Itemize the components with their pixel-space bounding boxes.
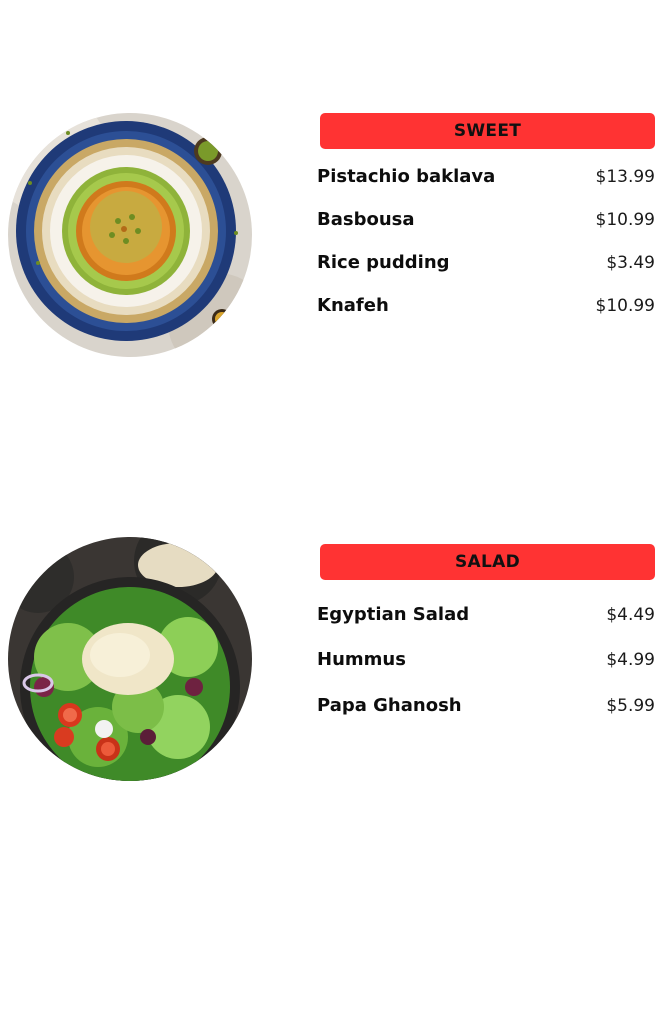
item-name: Pistachio baklava bbox=[317, 166, 496, 187]
item-name: Papa Ghanosh bbox=[317, 695, 462, 716]
item-price: $13.99 bbox=[595, 167, 655, 187]
item-price: $10.99 bbox=[595, 296, 655, 316]
item-list-salad: Egyptian Salad $4.49 Hummus $4.99 Papa G… bbox=[317, 604, 655, 740]
menu-panel-sweet: SWEET Pistachio baklava $13.99 Basbousa … bbox=[317, 113, 655, 338]
item-name: Hummus bbox=[317, 649, 406, 670]
category-badge-salad: SALAD bbox=[320, 544, 655, 580]
dessert-photo bbox=[8, 113, 252, 357]
salad-photo bbox=[8, 537, 252, 781]
item-name: Rice pudding bbox=[317, 252, 450, 273]
item-price: $4.99 bbox=[606, 650, 655, 670]
list-item: Egyptian Salad $4.49 bbox=[317, 604, 655, 649]
item-name: Knafeh bbox=[317, 295, 389, 316]
list-item: Papa Ghanosh $5.99 bbox=[317, 695, 655, 740]
item-name: Egyptian Salad bbox=[317, 604, 470, 625]
item-name: Basbousa bbox=[317, 209, 415, 230]
list-item: Rice pudding $3.49 bbox=[317, 252, 655, 295]
category-badge-sweet: SWEET bbox=[320, 113, 655, 149]
item-list-sweet: Pistachio baklava $13.99 Basbousa $10.99… bbox=[317, 166, 655, 338]
list-item: Basbousa $10.99 bbox=[317, 209, 655, 252]
list-item: Hummus $4.99 bbox=[317, 649, 655, 695]
item-price: $3.49 bbox=[606, 253, 655, 273]
menu-panel-salad: SALAD Egyptian Salad $4.49 Hummus $4.99 … bbox=[317, 544, 655, 740]
list-item: Pistachio baklava $13.99 bbox=[317, 166, 655, 209]
item-price: $5.99 bbox=[606, 696, 655, 716]
list-item: Knafeh $10.99 bbox=[317, 295, 655, 338]
item-price: $4.49 bbox=[606, 605, 655, 625]
item-price: $10.99 bbox=[595, 210, 655, 230]
